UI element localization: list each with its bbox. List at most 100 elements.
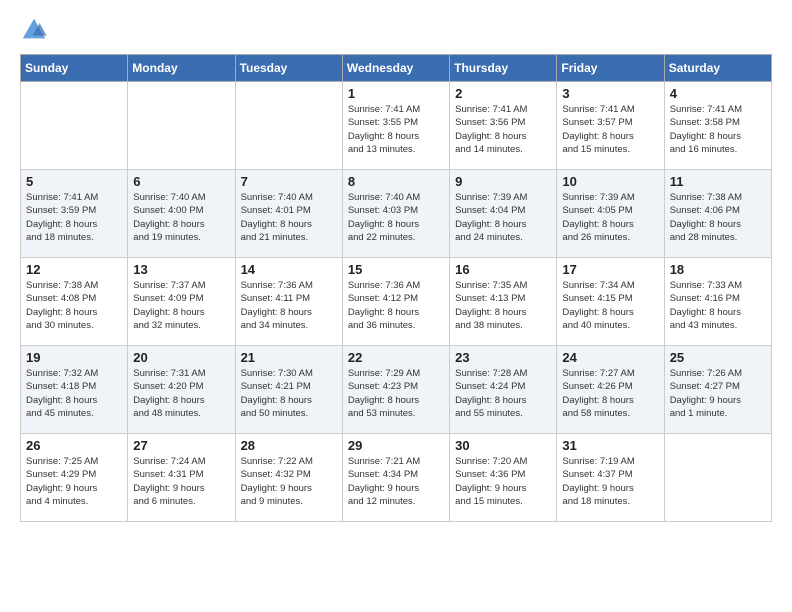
logo: [20, 16, 52, 44]
day-number: 15: [348, 262, 444, 277]
day-number: 9: [455, 174, 551, 189]
day-number: 27: [133, 438, 229, 453]
calendar-cell: 4 Sunrise: 7:41 AM Sunset: 3:58 PM Daylig…: [664, 82, 771, 170]
day-info: Sunrise: 7:41 AM Sunset: 3:59 PM Dayligh…: [26, 191, 122, 244]
page: SundayMondayTuesdayWednesdayThursdayFrid…: [0, 0, 792, 538]
day-info: Sunrise: 7:26 AM Sunset: 4:27 PM Dayligh…: [670, 367, 766, 420]
calendar-cell: 8Sunrise: 7:40 AM Sunset: 4:03 PM Daylig…: [342, 170, 449, 258]
calendar-cell: 11Sunrise: 7:38 AM Sunset: 4:06 PM Dayli…: [664, 170, 771, 258]
day-info: Sunrise: 7:36 AM Sunset: 4:12 PM Dayligh…: [348, 279, 444, 332]
header-day-friday: Friday: [557, 55, 664, 82]
calendar-cell: [21, 82, 128, 170]
day-info: Sunrise: 7:27 AM Sunset: 4:26 PM Dayligh…: [562, 367, 658, 420]
day-number: 31: [562, 438, 658, 453]
day-number: 10: [562, 174, 658, 189]
calendar-cell: 29 Sunrise: 7:21 AM Sunset: 4:34 PM Dayli…: [342, 434, 449, 522]
calendar-cell: [128, 82, 235, 170]
calendar-cell: 13Sunrise: 7:37 AM Sunset: 4:09 PM Dayli…: [128, 258, 235, 346]
calendar-cell: 18 Sunrise: 7:33 AM Sunset: 4:16 PM Dayli…: [664, 258, 771, 346]
day-number: 16: [455, 262, 551, 277]
day-info: Sunrise: 7:41 AM Sunset: 3:58 PM Dayligh…: [670, 103, 766, 156]
day-info: Sunrise: 7:19 AM Sunset: 4:37 PM Dayligh…: [562, 455, 658, 508]
calendar-body: 1 Sunrise: 7:41 AM Sunset: 3:55 PM Daylig…: [21, 82, 772, 522]
day-number: 23: [455, 350, 551, 365]
calendar-cell: [664, 434, 771, 522]
day-info: Sunrise: 7:20 AM Sunset: 4:36 PM Dayligh…: [455, 455, 551, 508]
calendar-cell: 20Sunrise: 7:31 AM Sunset: 4:20 PM Dayli…: [128, 346, 235, 434]
day-number: 13: [133, 262, 229, 277]
day-number: 17: [562, 262, 658, 277]
day-info: Sunrise: 7:41 AM Sunset: 3:57 PM Dayligh…: [562, 103, 658, 156]
calendar-cell: 17 Sunrise: 7:34 AM Sunset: 4:15 PM Dayli…: [557, 258, 664, 346]
day-number: 4: [670, 86, 766, 101]
day-info: Sunrise: 7:40 AM Sunset: 4:03 PM Dayligh…: [348, 191, 444, 244]
calendar-header: SundayMondayTuesdayWednesdayThursdayFrid…: [21, 55, 772, 82]
calendar-cell: 12Sunrise: 7:38 AM Sunset: 4:08 PM Dayli…: [21, 258, 128, 346]
calendar-cell: 15 Sunrise: 7:36 AM Sunset: 4:12 PM Dayli…: [342, 258, 449, 346]
day-info: Sunrise: 7:40 AM Sunset: 4:01 PM Dayligh…: [241, 191, 337, 244]
day-info: Sunrise: 7:41 AM Sunset: 3:55 PM Dayligh…: [348, 103, 444, 156]
calendar-cell: 26Sunrise: 7:25 AM Sunset: 4:29 PM Dayli…: [21, 434, 128, 522]
day-info: Sunrise: 7:36 AM Sunset: 4:11 PM Dayligh…: [241, 279, 337, 332]
header-day-wednesday: Wednesday: [342, 55, 449, 82]
day-number: 5: [26, 174, 122, 189]
day-number: 28: [241, 438, 337, 453]
calendar-cell: 24Sunrise: 7:27 AM Sunset: 4:26 PM Dayli…: [557, 346, 664, 434]
header-day-sunday: Sunday: [21, 55, 128, 82]
calendar-cell: 28 Sunrise: 7:22 AM Sunset: 4:32 PM Dayli…: [235, 434, 342, 522]
day-info: Sunrise: 7:33 AM Sunset: 4:16 PM Dayligh…: [670, 279, 766, 332]
calendar-cell: 14 Sunrise: 7:36 AM Sunset: 4:11 PM Dayli…: [235, 258, 342, 346]
calendar-cell: 30 Sunrise: 7:20 AM Sunset: 4:36 PM Dayli…: [450, 434, 557, 522]
day-number: 12: [26, 262, 122, 277]
calendar-cell: 31 Sunrise: 7:19 AM Sunset: 4:37 PM Dayli…: [557, 434, 664, 522]
calendar-cell: 23 Sunrise: 7:28 AM Sunset: 4:24 PM Dayli…: [450, 346, 557, 434]
calendar-cell: 21 Sunrise: 7:30 AM Sunset: 4:21 PM Dayli…: [235, 346, 342, 434]
day-info: Sunrise: 7:40 AM Sunset: 4:00 PM Dayligh…: [133, 191, 229, 244]
week-row-3: 12Sunrise: 7:38 AM Sunset: 4:08 PM Dayli…: [21, 258, 772, 346]
calendar-cell: 2Sunrise: 7:41 AM Sunset: 3:56 PM Daylig…: [450, 82, 557, 170]
day-info: Sunrise: 7:39 AM Sunset: 4:04 PM Dayligh…: [455, 191, 551, 244]
calendar-cell: [235, 82, 342, 170]
day-info: Sunrise: 7:35 AM Sunset: 4:13 PM Dayligh…: [455, 279, 551, 332]
day-info: Sunrise: 7:29 AM Sunset: 4:23 PM Dayligh…: [348, 367, 444, 420]
day-info: Sunrise: 7:30 AM Sunset: 4:21 PM Dayligh…: [241, 367, 337, 420]
header-day-monday: Monday: [128, 55, 235, 82]
header-row: SundayMondayTuesdayWednesdayThursdayFrid…: [21, 55, 772, 82]
week-row-5: 26Sunrise: 7:25 AM Sunset: 4:29 PM Dayli…: [21, 434, 772, 522]
calendar-cell: 27 Sunrise: 7:24 AM Sunset: 4:31 PM Dayli…: [128, 434, 235, 522]
day-number: 21: [241, 350, 337, 365]
day-info: Sunrise: 7:24 AM Sunset: 4:31 PM Dayligh…: [133, 455, 229, 508]
day-number: 3: [562, 86, 658, 101]
calendar-cell: 10 Sunrise: 7:39 AM Sunset: 4:05 PM Dayli…: [557, 170, 664, 258]
week-row-2: 5 Sunrise: 7:41 AM Sunset: 3:59 PM Daylig…: [21, 170, 772, 258]
calendar-cell: 7 Sunrise: 7:40 AM Sunset: 4:01 PM Daylig…: [235, 170, 342, 258]
calendar-cell: 22 Sunrise: 7:29 AM Sunset: 4:23 PM Dayli…: [342, 346, 449, 434]
day-number: 14: [241, 262, 337, 277]
day-number: 2: [455, 86, 551, 101]
day-number: 18: [670, 262, 766, 277]
day-number: 19: [26, 350, 122, 365]
calendar-cell: 9 Sunrise: 7:39 AM Sunset: 4:04 PM Daylig…: [450, 170, 557, 258]
day-info: Sunrise: 7:22 AM Sunset: 4:32 PM Dayligh…: [241, 455, 337, 508]
day-info: Sunrise: 7:39 AM Sunset: 4:05 PM Dayligh…: [562, 191, 658, 244]
calendar-table: SundayMondayTuesdayWednesdayThursdayFrid…: [20, 54, 772, 522]
header: [20, 16, 772, 44]
calendar-cell: 5 Sunrise: 7:41 AM Sunset: 3:59 PM Daylig…: [21, 170, 128, 258]
day-number: 22: [348, 350, 444, 365]
header-day-thursday: Thursday: [450, 55, 557, 82]
calendar-cell: 16 Sunrise: 7:35 AM Sunset: 4:13 PM Dayli…: [450, 258, 557, 346]
day-info: Sunrise: 7:28 AM Sunset: 4:24 PM Dayligh…: [455, 367, 551, 420]
calendar-cell: 1 Sunrise: 7:41 AM Sunset: 3:55 PM Daylig…: [342, 82, 449, 170]
day-info: Sunrise: 7:31 AM Sunset: 4:20 PM Dayligh…: [133, 367, 229, 420]
day-number: 7: [241, 174, 337, 189]
logo-icon: [20, 16, 48, 44]
header-day-tuesday: Tuesday: [235, 55, 342, 82]
day-info: Sunrise: 7:34 AM Sunset: 4:15 PM Dayligh…: [562, 279, 658, 332]
day-number: 30: [455, 438, 551, 453]
day-number: 26: [26, 438, 122, 453]
day-info: Sunrise: 7:21 AM Sunset: 4:34 PM Dayligh…: [348, 455, 444, 508]
day-number: 29: [348, 438, 444, 453]
calendar-cell: 3 Sunrise: 7:41 AM Sunset: 3:57 PM Daylig…: [557, 82, 664, 170]
day-number: 1: [348, 86, 444, 101]
calendar-cell: 25Sunrise: 7:26 AM Sunset: 4:27 PM Dayli…: [664, 346, 771, 434]
